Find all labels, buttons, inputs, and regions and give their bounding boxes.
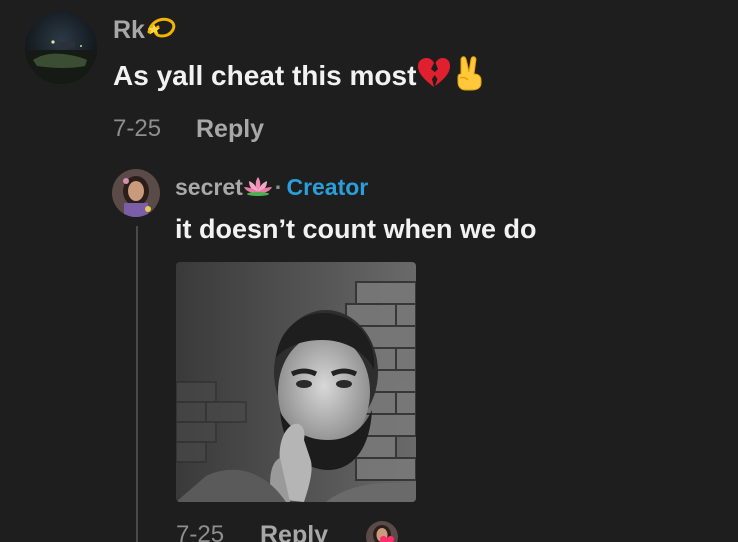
- commenter-username[interactable]: Rk: [113, 14, 177, 49]
- creator-reply-text: it doesn’t count when we do: [175, 214, 537, 244]
- victory-hand-icon: [452, 55, 486, 100]
- creator-avatar[interactable]: [112, 169, 160, 217]
- comment-text-line: As yall cheat this most: [113, 55, 486, 100]
- comment-text: As yall cheat this most: [113, 59, 417, 91]
- lotus-icon: [243, 175, 273, 203]
- creator-liked-heart-icon: [365, 520, 399, 542]
- reply-date: 7-25: [176, 521, 225, 542]
- reply-button[interactable]: Reply: [196, 114, 264, 144]
- reply-image[interactable]: [176, 262, 416, 502]
- creator-username[interactable]: secret: [175, 174, 243, 200]
- broken-heart-icon: [416, 57, 452, 98]
- commenter-username-text[interactable]: Rk: [113, 16, 145, 44]
- reply-to-reply-button[interactable]: Reply: [260, 520, 328, 542]
- creator-username-line: secret · Creator: [175, 173, 368, 203]
- creator-badge: Creator: [286, 174, 369, 200]
- comment-date: 7-25: [113, 115, 162, 142]
- commenter-avatar[interactable]: [25, 12, 97, 84]
- comments-panel: Rk As yall cheat this most 7-25 Reply se…: [0, 0, 738, 542]
- thread-line: [136, 226, 138, 542]
- dizzy-icon: [145, 14, 177, 49]
- separator-dot: ·: [274, 174, 283, 200]
